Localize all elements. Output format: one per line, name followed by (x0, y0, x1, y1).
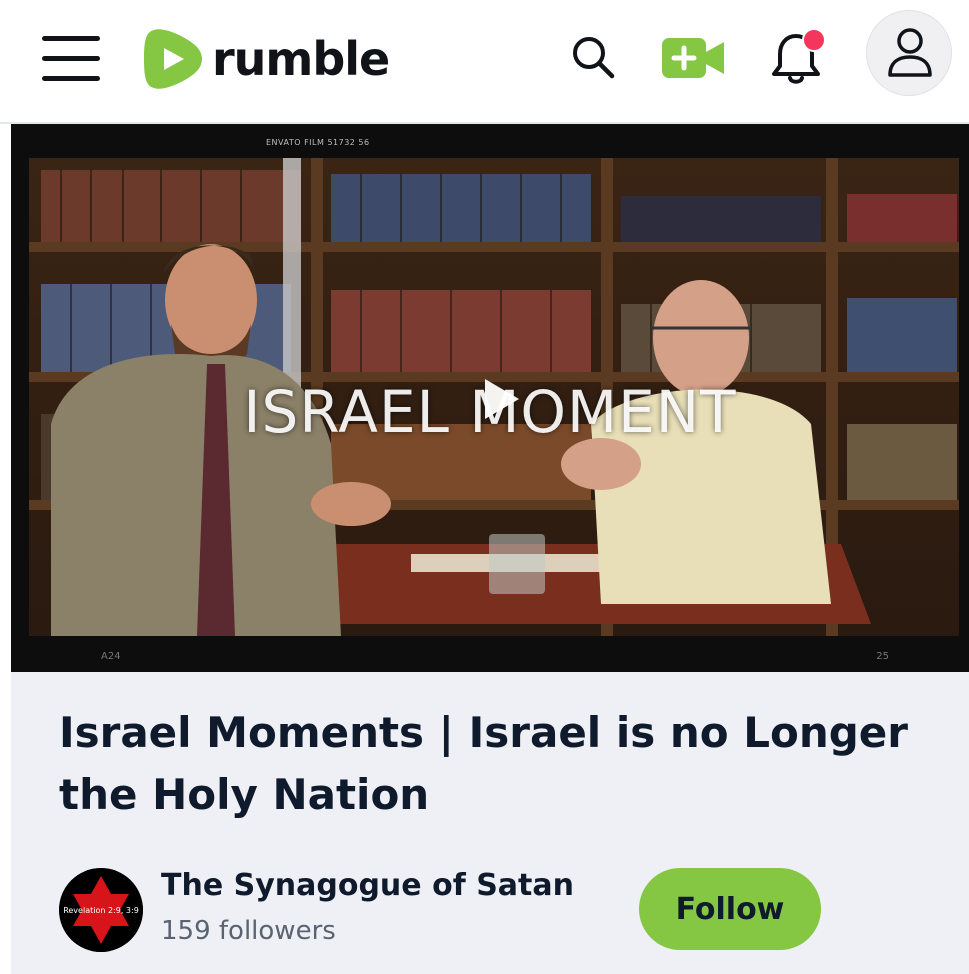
notification-dot (802, 28, 826, 52)
search-icon[interactable] (570, 34, 616, 80)
bell-icon[interactable] (768, 28, 828, 88)
logo-text: rumble (212, 32, 390, 86)
video-info-panel: Israel Moments | Israel is no Longer the… (11, 672, 969, 974)
rumble-logo-icon (144, 29, 202, 89)
star-of-david-icon: Revelation 2:9, 3:9 (59, 868, 143, 952)
video-frame-label-left: A24 (101, 651, 121, 662)
channel-avatar-text: Revelation 2:9, 3:9 (63, 906, 139, 915)
hamburger-menu-icon[interactable] (42, 36, 102, 82)
user-icon (888, 28, 932, 77)
channel-name[interactable]: The Synagogue of Satan (161, 868, 574, 903)
top-navigation-bar: rumble (0, 0, 969, 122)
video-watermark: ENVATO FILM 51732 56 (266, 138, 370, 147)
video-player[interactable]: ENVATO FILM 51732 56 ISRAEL MOMENT A24 2… (11, 124, 969, 672)
profile-button[interactable] (866, 10, 952, 96)
follow-button[interactable]: Follow (639, 868, 821, 950)
rumble-logo[interactable]: rumble (144, 24, 390, 94)
video-frame-label-right: 25 (876, 651, 889, 662)
play-icon[interactable] (481, 377, 521, 421)
video-title: Israel Moments | Israel is no Longer the… (59, 708, 909, 819)
follower-count: 159 followers (161, 916, 336, 946)
channel-avatar[interactable]: Revelation 2:9, 3:9 (59, 868, 143, 952)
video-camera-plus-icon[interactable] (662, 36, 726, 80)
